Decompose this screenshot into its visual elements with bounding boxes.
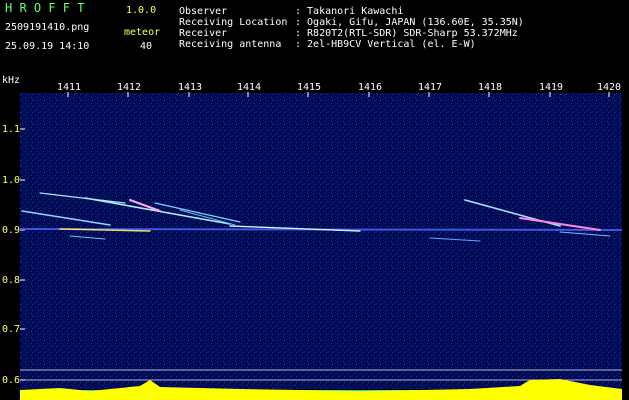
spectrogram-plot [19,92,623,400]
waterfall-area [20,93,622,389]
